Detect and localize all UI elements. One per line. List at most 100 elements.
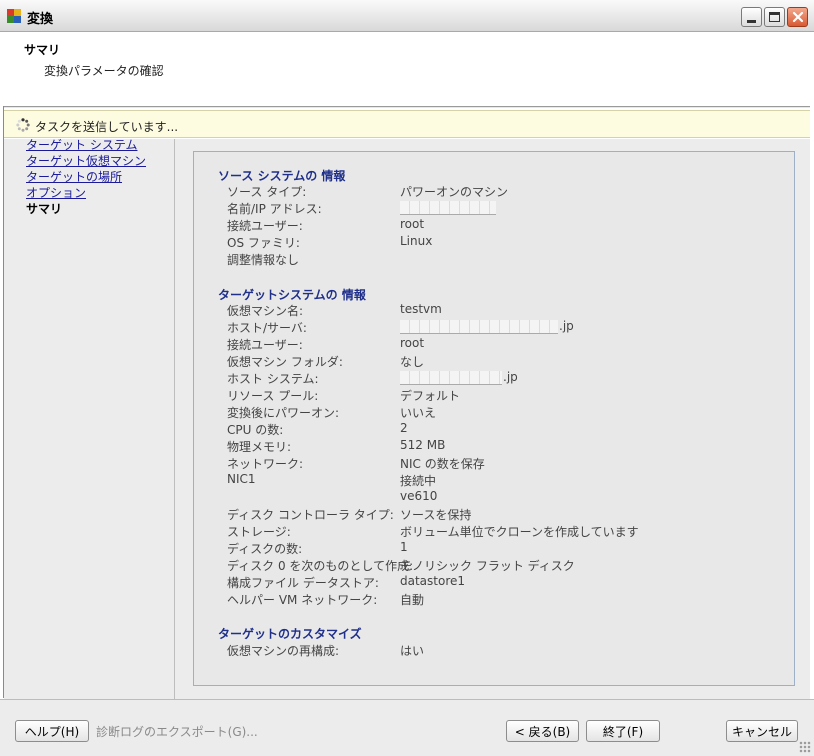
- row-value: はい: [400, 644, 425, 658]
- summary-row: 仮想マシンの再構成: はい: [227, 642, 787, 659]
- row-label: OS ファミリ:: [227, 236, 300, 250]
- summary-row: OS ファミリ: Linux: [227, 234, 787, 251]
- row-value: 1: [400, 540, 408, 554]
- row-label: 接続ユーザー:: [227, 338, 303, 352]
- customize-section-title: ターゲットのカスタマイズ: [218, 627, 362, 641]
- target-section-title: ターゲットシステムの 情報: [218, 288, 366, 302]
- nav-item-target-system[interactable]: ターゲット システム: [26, 139, 137, 153]
- summary-row: 仮想マシン名: testvm: [227, 302, 787, 319]
- close-icon: [792, 11, 803, 23]
- row-value: デフォルト: [400, 389, 461, 403]
- summary-row: 構成ファイル データストア: datastore1: [227, 574, 787, 591]
- summary-row: 調整情報なし: [227, 251, 787, 268]
- row-value: root: [400, 336, 425, 350]
- summary-row: 物理メモリ: 512 MB: [227, 438, 787, 455]
- maximize-button[interactable]: [764, 7, 785, 27]
- nav-item-target-location[interactable]: ターゲットの場所: [26, 168, 122, 185]
- row-value: root: [400, 217, 425, 231]
- summary-row: ネットワーク: NIC の数を保存: [227, 455, 787, 472]
- row-value: モノリシック フラット ディスク: [400, 559, 575, 573]
- row-value: .jp: [559, 319, 574, 333]
- wizard-footer: ヘルプ(H) 診断ログのエクスポート(G)... < 戻る(B) 終了(F) キ…: [0, 699, 814, 756]
- status-notice-bar: タスクを送信しています...: [4, 110, 810, 138]
- header-divider: [4, 106, 810, 109]
- nav-item-summary: サマリ: [26, 202, 63, 216]
- resize-grip-icon[interactable]: [799, 741, 811, 753]
- row-value: datastore1: [400, 574, 466, 588]
- help-button[interactable]: ヘルプ(H): [15, 720, 89, 742]
- row-value: Linux: [400, 234, 433, 248]
- summary-row: NIC1 接続中: [227, 472, 787, 489]
- maximize-icon: [769, 12, 780, 22]
- row-value: 自動: [400, 593, 425, 607]
- summary-row: ストレージ: ボリューム単位でクローンを作成しています: [227, 523, 787, 540]
- row-label: 仮想マシンの再構成:: [227, 644, 340, 658]
- redacted-host-name: [400, 320, 558, 334]
- wizard-steps-nav: ターゲット システム ターゲット仮想マシン ターゲットの場所 オプション サマリ: [6, 139, 175, 699]
- summary-row: リソース プール: デフォルト: [227, 387, 787, 404]
- notice-text: タスクを送信しています...: [35, 120, 179, 134]
- wizard-content: ターゲット システム ターゲット仮想マシン ターゲットの場所 オプション サマリ…: [4, 139, 810, 699]
- row-value: 接続中: [400, 474, 437, 488]
- summary-row: ホスト/サーバ: .jp: [227, 319, 787, 336]
- row-label: 構成ファイル データストア:: [227, 576, 379, 590]
- summary-row: ソース タイプ: パワーオンのマシン: [227, 183, 787, 200]
- row-value: testvm: [400, 302, 442, 316]
- redacted-host-system: [400, 371, 502, 385]
- row-label: ディスク 0 を次のものとして作成:: [227, 559, 414, 573]
- summary-row: 変換後にパワーオン: いいえ: [227, 404, 787, 421]
- row-label: ホスト システム:: [227, 372, 319, 386]
- row-value: 2: [400, 421, 408, 435]
- title-bar: 変換: [0, 0, 814, 32]
- row-label: 仮想マシン フォルダ:: [227, 355, 343, 369]
- summary-row: ディスク コントローラ タイプ: ソースを保持: [227, 506, 787, 523]
- row-value: 512 MB: [400, 438, 446, 452]
- finish-button[interactable]: 終了(F): [586, 720, 660, 742]
- step-subtitle: 変換パラメータの確認: [44, 64, 164, 78]
- row-value: .jp: [503, 370, 518, 384]
- spinner-icon: [16, 118, 30, 132]
- minimize-icon: [747, 20, 756, 23]
- close-button[interactable]: [787, 7, 808, 27]
- row-label: ヘルパー VM ネットワーク:: [227, 593, 378, 607]
- summary-row: ヘルパー VM ネットワーク: 自動: [227, 591, 787, 608]
- converter-app-icon: [7, 9, 21, 23]
- source-section-title: ソース システムの 情報: [218, 169, 346, 183]
- minimize-button[interactable]: [741, 7, 762, 27]
- row-label: ホスト/サーバ:: [227, 321, 307, 335]
- wizard-header: サマリ 変換パラメータの確認: [4, 33, 810, 106]
- row-value: NIC の数を保存: [400, 457, 485, 471]
- row-label: 物理メモリ:: [227, 440, 292, 454]
- summary-row: ディスクの数: 1: [227, 540, 787, 557]
- summary-row: 接続ユーザー: root: [227, 217, 787, 234]
- row-label: ストレージ:: [227, 525, 291, 539]
- back-button[interactable]: < 戻る(B): [506, 720, 579, 742]
- row-label: NIC1: [227, 472, 256, 486]
- row-label: 調整情報なし: [227, 253, 300, 267]
- summary-row: CPU の数: 2: [227, 421, 787, 438]
- row-value: ボリューム単位でクローンを作成しています: [400, 525, 639, 539]
- summary-row: 仮想マシン フォルダ: なし: [227, 353, 787, 370]
- row-label: 変換後にパワーオン:: [227, 406, 340, 420]
- row-value: ソースを保持: [400, 508, 472, 522]
- summary-row: 接続ユーザー: root: [227, 336, 787, 353]
- export-logs-link[interactable]: 診断ログのエクスポート(G)...: [96, 723, 258, 740]
- summary-row: 名前/IP アドレス:: [227, 200, 787, 217]
- summary-row: ve610: [227, 489, 787, 506]
- row-label: ディスク コントローラ タイプ:: [227, 508, 394, 522]
- cancel-button[interactable]: キャンセル: [726, 720, 798, 742]
- row-label: 接続ユーザー:: [227, 219, 303, 233]
- row-value: いいえ: [400, 406, 437, 420]
- redacted-ip-address: [400, 201, 496, 215]
- row-label: CPU の数:: [227, 423, 284, 437]
- nav-item-options[interactable]: オプション: [26, 184, 86, 201]
- nav-item-target-vm[interactable]: ターゲット仮想マシン: [26, 152, 146, 169]
- row-value: なし: [400, 355, 425, 369]
- row-value: ve610: [400, 489, 438, 503]
- summary-panel: ソース システムの 情報 ソース タイプ: パワーオンのマシン 名前/IP アド…: [193, 151, 795, 686]
- summary-row: ディスク 0 を次のものとして作成: モノリシック フラット ディスク: [227, 557, 787, 574]
- row-label: ディスクの数:: [227, 542, 303, 556]
- row-label: ソース タイプ:: [227, 185, 307, 199]
- row-label: 名前/IP アドレス:: [227, 202, 322, 216]
- summary-row: ホスト システム: .jp: [227, 370, 787, 387]
